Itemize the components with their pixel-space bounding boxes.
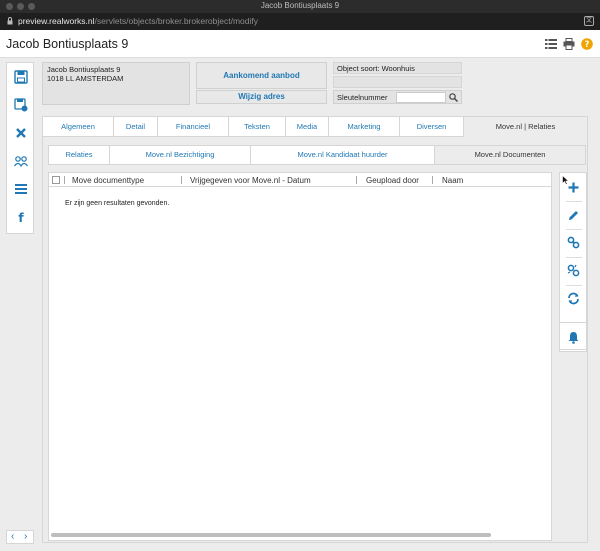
subtab-kandidaat-huurder[interactable]: Move.nl Kandidaat huurder (250, 145, 434, 165)
column-vrijgegeven-datum[interactable]: Vrijgegeven voor Move.nl - Datum (190, 176, 311, 185)
search-icon[interactable] (449, 93, 458, 102)
sub-tab-bar: Relaties Move.nl Bezichtiging Move.nl Ka… (48, 145, 586, 165)
documents-grid: Move documenttype Vrijgegeven voor Move.… (48, 172, 552, 541)
previous-page-button[interactable]: ‹ (11, 531, 14, 543)
incoming-bid-button[interactable]: Aankomend aanbod (196, 62, 327, 89)
unlink-icon[interactable] (567, 264, 580, 277)
grid-header: Move documenttype Vrijgegeven voor Move.… (49, 173, 551, 187)
key-number-field: Sleutelnummer (333, 90, 462, 104)
next-page-button[interactable]: › (24, 531, 27, 543)
list-view-icon[interactable] (545, 38, 557, 50)
page-title: Jacob Bontiusplaats 9 (6, 37, 129, 51)
empty-field (333, 76, 462, 88)
save-copy-icon[interactable] (14, 98, 28, 112)
column-naam[interactable]: Naam (442, 176, 463, 185)
print-icon[interactable] (563, 38, 575, 50)
bell-icon (568, 332, 579, 344)
pager: ‹ › (6, 530, 34, 544)
main-tab-bar: Algemeen Detail Financieel Teksten Media… (42, 116, 588, 137)
tab-marketing[interactable]: Marketing (328, 116, 399, 137)
column-separator (64, 176, 65, 184)
address-line-2: 1018 LL AMSTERDAM (47, 74, 124, 83)
left-sidebar: f (6, 62, 34, 234)
help-icon[interactable]: ? (581, 38, 593, 50)
url-text: preview.realworks.nl/servlets/objects/br… (18, 16, 258, 26)
change-address-button[interactable]: Wijzig adres (196, 90, 327, 104)
subtab-documenten[interactable]: Move.nl Documenten (434, 145, 586, 165)
column-separator[interactable] (432, 176, 433, 184)
menu-icon[interactable] (14, 182, 28, 196)
svg-text:?: ? (585, 40, 590, 50)
column-move-documenttype[interactable]: Move documenttype (72, 176, 144, 185)
subtab-bezichtiging[interactable]: Move.nl Bezichtiging (109, 145, 250, 165)
object-type-field: Object soort: Woonhuis (333, 62, 462, 74)
contacts-icon[interactable] (14, 154, 28, 168)
facebook-icon[interactable]: f (14, 210, 28, 224)
close-icon[interactable] (14, 126, 28, 140)
key-number-input[interactable] (396, 92, 446, 103)
column-geupload-door[interactable]: Geupload door (366, 176, 419, 185)
refresh-icon[interactable] (567, 292, 580, 305)
link-icon[interactable] (567, 236, 580, 249)
select-all-checkbox[interactable] (52, 176, 60, 184)
tab-diversen[interactable]: Diversen (399, 116, 463, 137)
horizontal-scrollbar[interactable] (51, 532, 549, 538)
tab-media[interactable]: Media (285, 116, 328, 137)
address-bar[interactable]: preview.realworks.nl/servlets/objects/br… (0, 13, 600, 30)
edit-icon[interactable] (567, 209, 580, 222)
tab-move-relaties[interactable]: Move.nl | Relaties (463, 116, 588, 137)
column-separator[interactable] (181, 176, 182, 184)
save-icon[interactable] (14, 70, 28, 84)
tab-teksten[interactable]: Teksten (228, 116, 285, 137)
window-titlebar: Jacob Bontiusplaats 9 (0, 0, 600, 13)
divider (566, 229, 582, 230)
scrollbar-thumb[interactable] (51, 533, 491, 537)
key-number-label: Sleutelnummer (337, 93, 388, 102)
subtab-relaties[interactable]: Relaties (48, 145, 109, 165)
notification-button[interactable] (559, 322, 587, 350)
tab-financieel[interactable]: Financieel (157, 116, 228, 137)
divider (566, 257, 582, 258)
mouse-cursor-icon (562, 175, 569, 185)
lock-icon (7, 17, 13, 25)
divider (566, 201, 582, 202)
tab-algemeen[interactable]: Algemeen (42, 116, 113, 137)
translate-icon[interactable]: 文 (584, 16, 594, 26)
address-line-1: Jacob Bontiusplaats 9 (47, 65, 121, 74)
column-separator[interactable] (356, 176, 357, 184)
app-header: Jacob Bontiusplaats 9 ? (0, 30, 600, 58)
empty-results-message: Er zijn geen resultaten gevonden. (65, 200, 170, 207)
svg-text:f: f (18, 211, 24, 224)
divider (566, 285, 582, 286)
tab-detail[interactable]: Detail (113, 116, 157, 137)
address-block: Jacob Bontiusplaats 9 1018 LL AMSTERDAM (42, 62, 190, 105)
window-title: Jacob Bontiusplaats 9 (260, 1, 340, 10)
